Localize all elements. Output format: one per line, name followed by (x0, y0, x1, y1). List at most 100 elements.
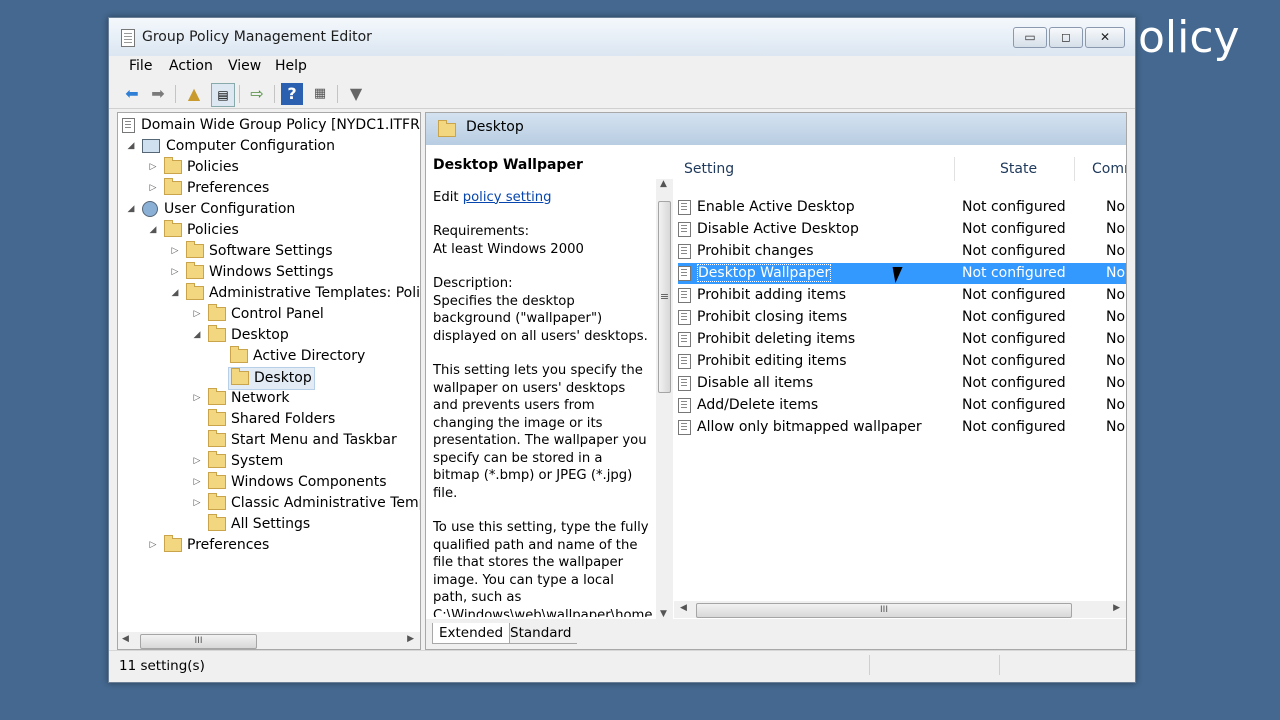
list-item[interactable]: Enable Active Desktop Not configured No (678, 197, 1126, 218)
policy-setting-icon (678, 221, 691, 237)
policy-title: Desktop Wallpaper (433, 157, 583, 173)
tree-item-network[interactable]: Network (208, 388, 289, 409)
menu-file[interactable]: File (129, 58, 152, 74)
description-vertical-scrollbar[interactable]: ▲ ≡ ▼ (656, 179, 673, 619)
folder-icon (186, 262, 204, 279)
tree-item-policies[interactable]: Policies (164, 157, 239, 178)
description-scroll-thumb[interactable]: ≡ (658, 201, 671, 393)
tree-expand-icon[interactable]: ▷ (192, 393, 202, 403)
tree-item-windows-settings[interactable]: Windows Settings (186, 262, 333, 283)
tree-item-computer-configuration[interactable]: Computer Configuration (142, 136, 335, 157)
tree-collapse-icon[interactable]: ◢ (192, 330, 202, 340)
export-icon[interactable]: ⇨ (246, 83, 268, 105)
tab-extended[interactable]: Extended (432, 623, 511, 644)
title-bar[interactable]: Group Policy Management Editor ▭ ◻ ✕ (109, 18, 1135, 56)
policy-setting-icon (678, 331, 691, 347)
folder-icon (164, 157, 182, 174)
tree-item-software-settings[interactable]: Software Settings (186, 241, 333, 262)
tree-item-system[interactable]: System (208, 451, 283, 472)
folder-icon (208, 304, 226, 321)
details-pane: Desktop Desktop Wallpaper Edit policy se… (425, 112, 1127, 650)
list-item[interactable]: Prohibit changes Not configured No (678, 241, 1126, 262)
tree-expand-icon[interactable]: ▷ (148, 183, 158, 193)
tab-standard[interactable]: Standard (504, 623, 578, 644)
folder-icon (208, 472, 226, 489)
description-panel: Desktop Wallpaper Edit policy setting Re… (433, 157, 656, 617)
tree-item-start-menu-taskbar[interactable]: Start Menu and Taskbar (208, 430, 397, 451)
tree-collapse-icon[interactable]: ◢ (126, 204, 136, 214)
tree-item-preferences[interactable]: Preferences (164, 178, 269, 199)
scroll-right-icon[interactable]: ▶ (1113, 603, 1120, 613)
scroll-up-icon[interactable]: ▲ (660, 179, 667, 189)
tree-item-classic-admin-templates[interactable]: Classic Administrative Templa (208, 493, 420, 514)
tree-item-administrative-templates[interactable]: Administrative Templates: Policy (186, 283, 420, 304)
menu-action[interactable]: Action (169, 58, 213, 74)
list-item[interactable]: Prohibit adding items Not configured No (678, 285, 1126, 306)
tree-item-shared-folders[interactable]: Shared Folders (208, 409, 335, 430)
tree-item-control-panel[interactable]: Control Panel (208, 304, 324, 325)
tree-item-desktop-selected[interactable]: Desktop (228, 367, 315, 390)
tree-expand-icon[interactable]: ▷ (192, 498, 202, 508)
folder-icon (208, 409, 226, 426)
tree-collapse-icon[interactable]: ◢ (148, 225, 158, 235)
scroll-down-icon[interactable]: ▼ (660, 609, 667, 619)
list-scroll-thumb[interactable]: III (696, 603, 1072, 618)
folder-icon (230, 346, 248, 363)
tree-root[interactable]: Domain Wide Group Policy [NYDC1.ITFREET (122, 115, 420, 136)
all-settings-icon (208, 514, 226, 531)
gpme-window: Group Policy Management Editor ▭ ◻ ✕ Fil… (108, 17, 1136, 683)
tree-item-all-settings[interactable]: All Settings (208, 514, 310, 535)
folder-icon (186, 241, 204, 258)
background-slide-title: olicy (1138, 12, 1240, 63)
policy-setting-icon (678, 265, 691, 281)
maximize-button[interactable]: ◻ (1049, 27, 1083, 48)
list-item[interactable]: Disable all items Not configured No (678, 373, 1126, 394)
list-item[interactable]: Prohibit editing items Not configured No (678, 351, 1126, 372)
tree-expand-icon[interactable]: ▷ (192, 477, 202, 487)
list-item[interactable]: Prohibit closing items Not configured No (678, 307, 1126, 328)
tree-item-windows-components[interactable]: Windows Components (208, 472, 387, 493)
tree-collapse-icon[interactable]: ◢ (126, 141, 136, 151)
tree-item-active-directory[interactable]: Active Directory (230, 346, 365, 367)
list-item[interactable]: Disable Active Desktop Not configured No (678, 219, 1126, 240)
tree-expand-icon[interactable]: ▷ (170, 267, 180, 277)
tree-scroll-thumb[interactable]: III (140, 634, 257, 649)
scroll-left-icon[interactable]: ◀ (680, 603, 687, 613)
tree-item-user-policies[interactable]: Policies (164, 220, 239, 241)
tree-expand-icon[interactable]: ▷ (170, 246, 180, 256)
filter-icon[interactable]: ▼ (345, 83, 367, 105)
back-icon[interactable]: ⬅ (121, 83, 143, 105)
folder-icon (208, 430, 226, 447)
scroll-left-icon[interactable]: ◀ (122, 634, 129, 644)
close-button[interactable]: ✕ (1085, 27, 1125, 48)
scroll-right-icon[interactable]: ▶ (407, 634, 414, 644)
properties-icon[interactable]: ▦ (309, 83, 331, 105)
list-item[interactable]: Allow only bitmapped wallpaper Not config… (678, 417, 1126, 438)
tree-expand-icon[interactable]: ▷ (148, 540, 158, 550)
tree-horizontal-scrollbar[interactable]: ◀ III ▶ (118, 632, 420, 649)
column-state[interactable]: State (1000, 161, 1037, 177)
menu-help[interactable]: Help (275, 58, 307, 74)
list-item[interactable]: Add/Delete items Not configured No (678, 395, 1126, 416)
forward-icon[interactable]: ➡ (147, 83, 169, 105)
help-icon[interactable]: ? (281, 83, 303, 105)
edit-policy-setting-link[interactable]: policy setting (463, 190, 552, 205)
tree-item-user-configuration[interactable]: User Configuration (142, 199, 295, 220)
tree-item-user-preferences[interactable]: Preferences (164, 535, 269, 556)
up-folder-icon[interactable]: ▲ (183, 83, 205, 105)
policy-setting-icon (678, 243, 691, 259)
list-item[interactable]: Prohibit deleting items Not configured No (678, 329, 1126, 350)
tree-collapse-icon[interactable]: ◢ (170, 288, 180, 298)
list-horizontal-scrollbar[interactable]: ◀ III ▶ (674, 601, 1126, 618)
folder-icon (164, 220, 182, 237)
tree-item-desktop[interactable]: Desktop (208, 325, 289, 346)
show-tree-icon[interactable]: ▤ (211, 83, 235, 107)
tree-expand-icon[interactable]: ▷ (192, 456, 202, 466)
minimize-button[interactable]: ▭ (1013, 27, 1047, 48)
menu-view[interactable]: View (228, 58, 261, 74)
tree-expand-icon[interactable]: ▷ (148, 162, 158, 172)
toolbar: ⬅ ➡ ▲ ▤ ⇨ ? ▦ ▼ (109, 80, 1135, 109)
column-comment[interactable]: Comm (1092, 161, 1126, 177)
column-setting[interactable]: Setting (684, 161, 734, 177)
tree-expand-icon[interactable]: ▷ (192, 309, 202, 319)
